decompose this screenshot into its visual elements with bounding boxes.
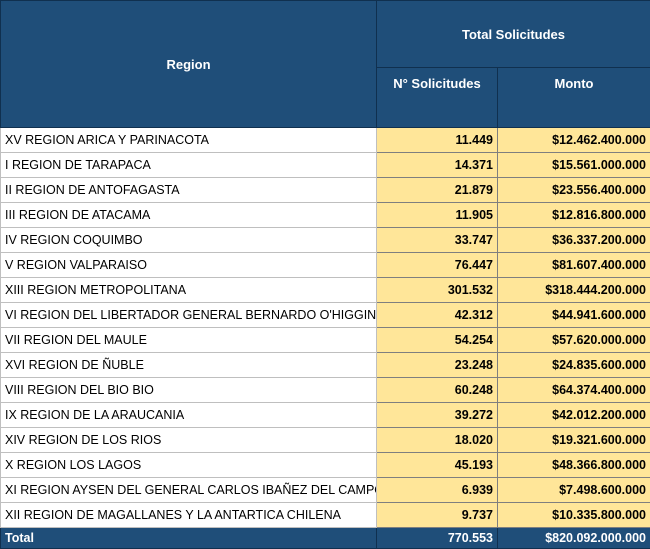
table-row: XIV REGION DE LOS RIOS18.020$19.321.600.… bbox=[1, 428, 650, 453]
solicitudes-cell: 301.532 bbox=[377, 278, 498, 303]
solicitudes-cell: 11.449 bbox=[377, 128, 498, 153]
table-row: XI REGION AYSEN DEL GENERAL CARLOS IBAÑE… bbox=[1, 478, 650, 503]
table-row: XVI REGION DE ÑUBLE23.248$24.835.600.000 bbox=[1, 353, 650, 378]
region-cell: X REGION LOS LAGOS bbox=[1, 453, 377, 478]
region-cell: I REGION DE TARAPACA bbox=[1, 153, 377, 178]
region-cell: XIV REGION DE LOS RIOS bbox=[1, 428, 377, 453]
solicitudes-cell: 76.447 bbox=[377, 253, 498, 278]
solicitudes-cell: 42.312 bbox=[377, 303, 498, 328]
table-row: VII REGION DEL MAULE54.254$57.620.000.00… bbox=[1, 328, 650, 353]
solicitudes-cell: 6.939 bbox=[377, 478, 498, 503]
table-row: III REGION DE ATACAMA11.905$12.816.800.0… bbox=[1, 203, 650, 228]
monto-cell: $318.444.200.000 bbox=[498, 278, 650, 303]
solicitudes-cell: 33.747 bbox=[377, 228, 498, 253]
table-row: II REGION DE ANTOFAGASTA21.879$23.556.40… bbox=[1, 178, 650, 203]
monto-cell: $24.835.600.000 bbox=[498, 353, 650, 378]
monto-cell: $64.374.400.000 bbox=[498, 378, 650, 403]
monto-cell: $19.321.600.000 bbox=[498, 428, 650, 453]
monto-cell: $57.620.000.000 bbox=[498, 328, 650, 353]
region-cell: IX REGION DE LA ARAUCANIA bbox=[1, 403, 377, 428]
region-header: Region bbox=[1, 1, 377, 128]
region-cell: IV REGION COQUIMBO bbox=[1, 228, 377, 253]
monto-cell: $7.498.600.000 bbox=[498, 478, 650, 503]
monto-cell: $44.941.600.000 bbox=[498, 303, 650, 328]
region-cell: XIII REGION METROPOLITANA bbox=[1, 278, 377, 303]
table-row: XIII REGION METROPOLITANA301.532$318.444… bbox=[1, 278, 650, 303]
monto-cell: $10.335.800.000 bbox=[498, 503, 650, 528]
solicitudes-cell: 14.371 bbox=[377, 153, 498, 178]
region-cell: VIII REGION DEL BIO BIO bbox=[1, 378, 377, 403]
n-solicitudes-header: N° Solicitudes bbox=[377, 68, 498, 128]
table-row: VI REGION DEL LIBERTADOR GENERAL BERNARD… bbox=[1, 303, 650, 328]
table-row: I REGION DE TARAPACA14.371$15.561.000.00… bbox=[1, 153, 650, 178]
table-row: V REGION VALPARAISO76.447$81.607.400.000 bbox=[1, 253, 650, 278]
table-row: IV REGION COQUIMBO33.747$36.337.200.000 bbox=[1, 228, 650, 253]
region-cell: III REGION DE ATACAMA bbox=[1, 203, 377, 228]
region-cell: XVI REGION DE ÑUBLE bbox=[1, 353, 377, 378]
total-row: Total 770.553 $820.092.000.000 bbox=[1, 528, 650, 549]
table-row: XV REGION ARICA Y PARINACOTA11.449$12.46… bbox=[1, 128, 650, 153]
total-solicitudes: 770.553 bbox=[377, 528, 498, 549]
monto-cell: $42.012.200.000 bbox=[498, 403, 650, 428]
region-cell: V REGION VALPARAISO bbox=[1, 253, 377, 278]
solicitudes-cell: 18.020 bbox=[377, 428, 498, 453]
monto-cell: $12.462.400.000 bbox=[498, 128, 650, 153]
total-monto: $820.092.000.000 bbox=[498, 528, 650, 549]
region-cell: XI REGION AYSEN DEL GENERAL CARLOS IBAÑE… bbox=[1, 478, 377, 503]
region-cell: XII REGION DE MAGALLANES Y LA ANTARTICA … bbox=[1, 503, 377, 528]
solicitudes-cell: 9.737 bbox=[377, 503, 498, 528]
region-cell: II REGION DE ANTOFAGASTA bbox=[1, 178, 377, 203]
monto-cell: $23.556.400.000 bbox=[498, 178, 650, 203]
table-row: XII REGION DE MAGALLANES Y LA ANTARTICA … bbox=[1, 503, 650, 528]
region-cell: XV REGION ARICA Y PARINACOTA bbox=[1, 128, 377, 153]
total-solicitudes-header: Total Solicitudes bbox=[377, 1, 650, 68]
monto-cell: $48.366.800.000 bbox=[498, 453, 650, 478]
monto-cell: $12.816.800.000 bbox=[498, 203, 650, 228]
monto-cell: $36.337.200.000 bbox=[498, 228, 650, 253]
solicitudes-cell: 54.254 bbox=[377, 328, 498, 353]
region-cell: VI REGION DEL LIBERTADOR GENERAL BERNARD… bbox=[1, 303, 377, 328]
table-row: IX REGION DE LA ARAUCANIA39.272$42.012.2… bbox=[1, 403, 650, 428]
total-label: Total bbox=[1, 528, 377, 549]
monto-header: Monto bbox=[498, 68, 650, 128]
table-row: VIII REGION DEL BIO BIO60.248$64.374.400… bbox=[1, 378, 650, 403]
solicitudes-cell: 39.272 bbox=[377, 403, 498, 428]
solicitudes-cell: 11.905 bbox=[377, 203, 498, 228]
monto-cell: $15.561.000.000 bbox=[498, 153, 650, 178]
monto-cell: $81.607.400.000 bbox=[498, 253, 650, 278]
solicitudes-cell: 60.248 bbox=[377, 378, 498, 403]
table-row: X REGION LOS LAGOS45.193$48.366.800.000 bbox=[1, 453, 650, 478]
solicitudes-cell: 45.193 bbox=[377, 453, 498, 478]
region-cell: VII REGION DEL MAULE bbox=[1, 328, 377, 353]
solicitudes-cell: 21.879 bbox=[377, 178, 498, 203]
solicitudes-cell: 23.248 bbox=[377, 353, 498, 378]
solicitudes-table: Region Total Solicitudes N° Solicitudes … bbox=[0, 0, 650, 549]
